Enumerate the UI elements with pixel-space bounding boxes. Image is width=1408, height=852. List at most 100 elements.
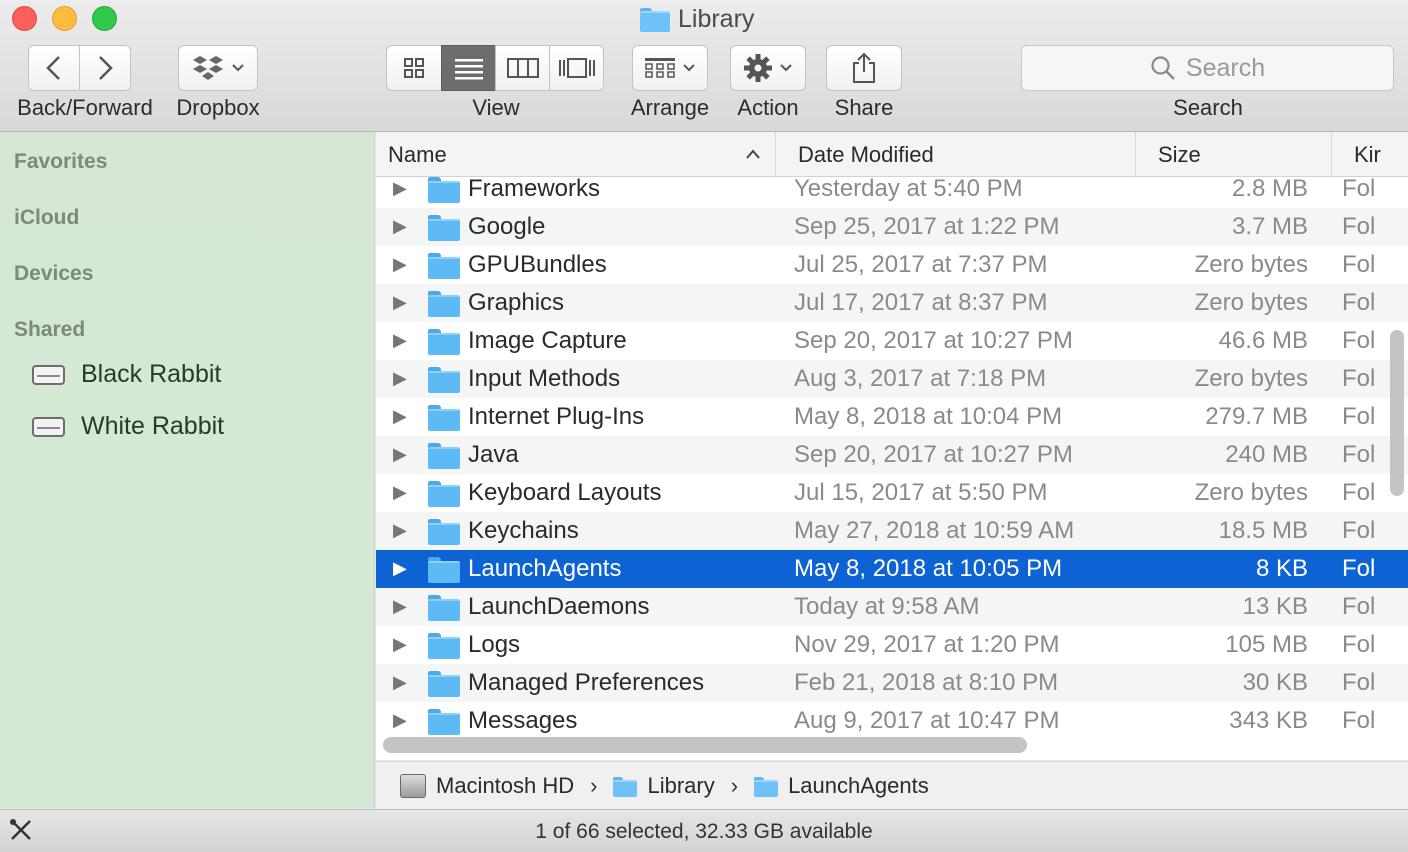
- sort-ascending-icon: [746, 149, 760, 159]
- file-kind: Fol: [1342, 631, 1376, 658]
- disclosure-triangle-icon[interactable]: ▶: [393, 520, 407, 541]
- close-window-button[interactable]: [12, 6, 37, 31]
- vertical-scrollbar[interactable]: [1390, 330, 1404, 496]
- file-date-modified: Jul 15, 2017 at 5:50 PM: [794, 479, 1048, 506]
- disclosure-triangle-icon[interactable]: ▶: [393, 558, 407, 579]
- folder-icon: [428, 519, 460, 545]
- table-row[interactable]: ▶ Keychains May 27, 2018 at 10:59 AM 18.5 M…: [376, 512, 1408, 550]
- file-name: Messages: [468, 707, 578, 734]
- sidebar-section-favorites[interactable]: Favorites: [14, 150, 107, 174]
- file-rows: ▶ Frameworks Yesterday at 5:40 PM 2.8 MB Fol…: [376, 170, 1408, 740]
- file-kind: Fol: [1342, 555, 1376, 582]
- file-size: 13 KB: [1242, 593, 1308, 620]
- path-segment-library[interactable]: Library: [613, 773, 715, 799]
- table-row[interactable]: ▶ Messages Aug 9, 2017 at 10:47 PM 343 KB Fo…: [376, 702, 1408, 740]
- zoom-window-button[interactable]: [92, 6, 117, 31]
- sidebar-item-label: Black Rabbit: [81, 360, 222, 388]
- disclosure-triangle-icon[interactable]: ▶: [393, 710, 407, 731]
- table-row[interactable]: ▶ Java Sep 20, 2017 at 10:27 PM 240 MB Fol: [376, 436, 1408, 474]
- file-name: Frameworks: [468, 175, 601, 202]
- folder-icon: [428, 253, 460, 279]
- folder-icon: [428, 443, 460, 469]
- table-row[interactable]: ▶ Managed Preferences Feb 21, 2018 at 8:10…: [376, 664, 1408, 702]
- minimize-window-button[interactable]: [52, 6, 77, 31]
- back-button[interactable]: [28, 45, 80, 91]
- disclosure-triangle-icon[interactable]: ▶: [393, 216, 407, 237]
- path-segment-label: LaunchAgents: [788, 772, 929, 798]
- path-segment-macintosh-hd[interactable]: Macintosh HD: [400, 773, 574, 799]
- sidebar-item-white-rabbit[interactable]: White Rabbit: [32, 412, 224, 441]
- table-row[interactable]: ▶ Image Capture Sep 20, 2017 at 10:27 PM 46…: [376, 322, 1408, 360]
- table-row[interactable]: ▶ Google Sep 25, 2017 at 1:22 PM 3.7 MB Fol: [376, 208, 1408, 246]
- disclosure-triangle-icon[interactable]: ▶: [393, 596, 407, 617]
- search-label: Search: [1173, 95, 1243, 120]
- disclosure-triangle-icon[interactable]: ▶: [393, 406, 407, 427]
- hard-drive-icon: [32, 416, 65, 437]
- table-row[interactable]: ▶ Keyboard Layouts Jul 15, 2017 at 5:50 PM…: [376, 474, 1408, 512]
- column-header-name-label: Name: [388, 141, 447, 167]
- table-row[interactable]: ▶ Internet Plug-Ins May 8, 2018 at 10:04 P…: [376, 398, 1408, 436]
- action-button[interactable]: [730, 45, 806, 91]
- disclosure-triangle-icon[interactable]: ▶: [393, 634, 407, 655]
- disclosure-triangle-icon[interactable]: ▶: [393, 672, 407, 693]
- file-size: Zero bytes: [1194, 251, 1308, 278]
- sidebar-item-label: White Rabbit: [81, 412, 225, 440]
- sidebar-section-devices[interactable]: Devices: [14, 262, 93, 286]
- icon-view-button[interactable]: [386, 45, 442, 91]
- file-size: 8 KB: [1255, 555, 1308, 582]
- folder-icon: [428, 671, 460, 697]
- table-row[interactable]: ▶ Logs Nov 29, 2017 at 1:20 PM 105 MB Fol: [376, 626, 1408, 664]
- file-name: LaunchDaemons: [468, 593, 650, 620]
- file-name: Managed Preferences: [468, 669, 705, 696]
- disclosure-triangle-icon[interactable]: ▶: [393, 444, 407, 465]
- file-name: Java: [468, 441, 519, 468]
- disclosure-triangle-icon[interactable]: ▶: [393, 178, 407, 199]
- dropbox-icon: [193, 56, 223, 80]
- forward-button[interactable]: [79, 45, 131, 91]
- folder-icon: [428, 405, 460, 431]
- chevron-right-icon: ›: [590, 772, 598, 798]
- file-date-modified: May 8, 2018 at 10:05 PM: [794, 555, 1063, 582]
- horizontal-scrollbar[interactable]: [383, 737, 1027, 753]
- sidebar-section-shared[interactable]: Shared: [14, 318, 85, 342]
- disclosure-triangle-icon[interactable]: ▶: [393, 292, 407, 313]
- chevron-down-icon: [683, 64, 695, 72]
- sidebar-section-icloud[interactable]: iCloud: [14, 206, 79, 230]
- path-segment-launchagents[interactable]: LaunchAgents: [754, 773, 929, 799]
- table-row[interactable]: ▶ Input Methods Aug 3, 2017 at 7:18 PM Zero…: [376, 360, 1408, 398]
- dropbox-button[interactable]: [178, 45, 258, 91]
- file-name: Internet Plug-Ins: [468, 403, 645, 430]
- file-name: Input Methods: [468, 365, 621, 392]
- file-date-modified: Nov 29, 2017 at 1:20 PM: [794, 631, 1060, 658]
- disclosure-triangle-icon[interactable]: ▶: [393, 254, 407, 275]
- table-row[interactable]: ▶ Frameworks Yesterday at 5:40 PM 2.8 MB Fol: [376, 170, 1408, 208]
- chevron-down-icon: [780, 64, 792, 72]
- share-button[interactable]: [826, 45, 902, 91]
- folder-icon: [428, 215, 460, 241]
- status-bar: 1 of 66 selected, 32.33 GB available: [0, 809, 1408, 852]
- sidebar-item-black-rabbit[interactable]: Black Rabbit: [32, 360, 221, 389]
- table-row[interactable]: ▶ GPUBundles Jul 25, 2017 at 7:37 PM Zero b…: [376, 246, 1408, 284]
- folder-icon: [613, 776, 638, 797]
- disclosure-triangle-icon[interactable]: ▶: [393, 482, 407, 503]
- share-label: Share: [834, 95, 894, 120]
- folder-icon: [428, 557, 460, 583]
- arrange-button[interactable]: [632, 45, 708, 91]
- column-view-button[interactable]: [495, 45, 550, 91]
- folder-icon: [428, 595, 460, 621]
- table-row[interactable]: ▶ LaunchDaemons Today at 9:58 AM 13 KB Fol: [376, 588, 1408, 626]
- table-row[interactable]: ▶ LaunchAgents May 8, 2018 at 10:05 PM 8 KB…: [376, 550, 1408, 588]
- hard-drive-icon: [32, 364, 65, 385]
- table-row[interactable]: ▶ Graphics Jul 17, 2017 at 8:37 PM Zero byt…: [376, 284, 1408, 322]
- disclosure-triangle-icon[interactable]: ▶: [393, 368, 407, 389]
- list-view-button[interactable]: [441, 45, 496, 91]
- window-title: Library: [640, 4, 754, 34]
- folder-icon: [428, 367, 460, 393]
- chevron-right-icon: ›: [730, 772, 739, 798]
- dropbox-label: Dropbox: [176, 95, 260, 120]
- search-input[interactable]: Search: [1021, 45, 1394, 91]
- cover-flow-button[interactable]: [549, 45, 604, 91]
- file-size: Zero bytes: [1194, 479, 1308, 506]
- disclosure-triangle-icon[interactable]: ▶: [393, 330, 407, 351]
- window-title-label: Library: [678, 4, 755, 33]
